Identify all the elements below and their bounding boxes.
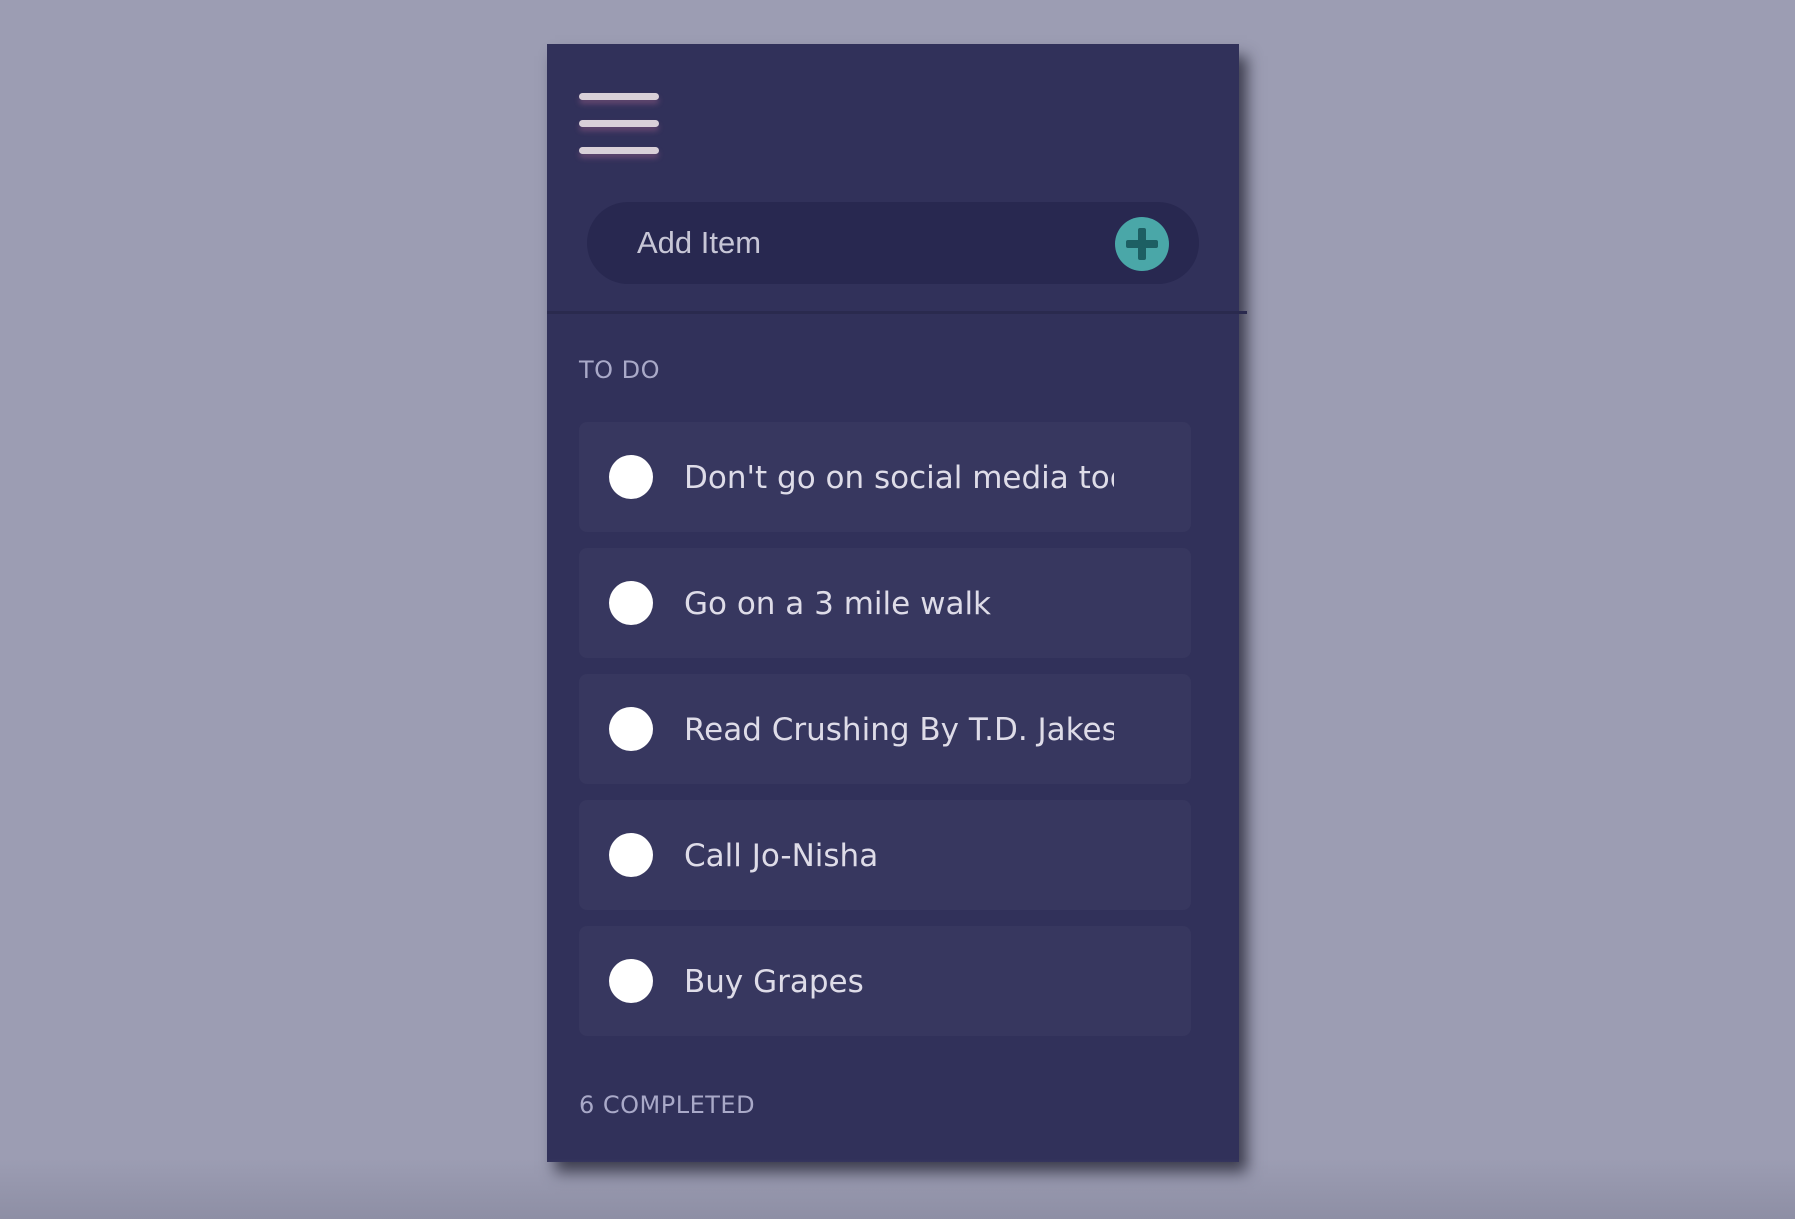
bottom-shadow-gradient — [0, 1159, 1795, 1219]
todo-checkbox[interactable] — [609, 959, 653, 1003]
menu-line — [579, 120, 659, 127]
todo-checkbox[interactable] — [609, 455, 653, 499]
hamburger-menu-icon[interactable] — [579, 93, 659, 155]
todo-checkbox[interactable] — [609, 581, 653, 625]
todo-list: Don't go on social media today Go on a 3… — [579, 422, 1191, 1052]
add-item-input[interactable] — [637, 218, 1097, 268]
todo-section-heading: TO DO — [579, 356, 661, 384]
todo-item-label: Call Jo-Nisha — [684, 838, 879, 874]
plus-icon — [1126, 228, 1158, 260]
todo-item-label: Don't go on social media today — [684, 460, 1114, 496]
menu-line — [579, 93, 659, 100]
todo-checkbox[interactable] — [609, 833, 653, 877]
todo-item[interactable]: Read Crushing By T.D. Jakes — [579, 674, 1191, 784]
add-item-bar — [587, 202, 1199, 284]
todo-item-label: Read Crushing By T.D. Jakes — [684, 712, 1114, 748]
menu-line — [579, 147, 659, 154]
add-item-button[interactable] — [1115, 217, 1169, 271]
todo-checkbox[interactable] — [609, 707, 653, 751]
completed-section-toggle[interactable]: 6 COMPLETED — [579, 1091, 755, 1119]
todo-item[interactable]: Go on a 3 mile walk — [579, 548, 1191, 658]
todo-item[interactable]: Don't go on social media today — [579, 422, 1191, 532]
header-divider — [547, 311, 1247, 314]
todo-item[interactable]: Call Jo-Nisha — [579, 800, 1191, 910]
todo-item-label: Buy Grapes — [684, 964, 864, 1000]
todo-item[interactable]: Buy Grapes — [579, 926, 1191, 1036]
todo-app-panel: TO DO Don't go on social media today Go … — [547, 44, 1247, 1162]
todo-item-label: Go on a 3 mile walk — [684, 586, 992, 622]
